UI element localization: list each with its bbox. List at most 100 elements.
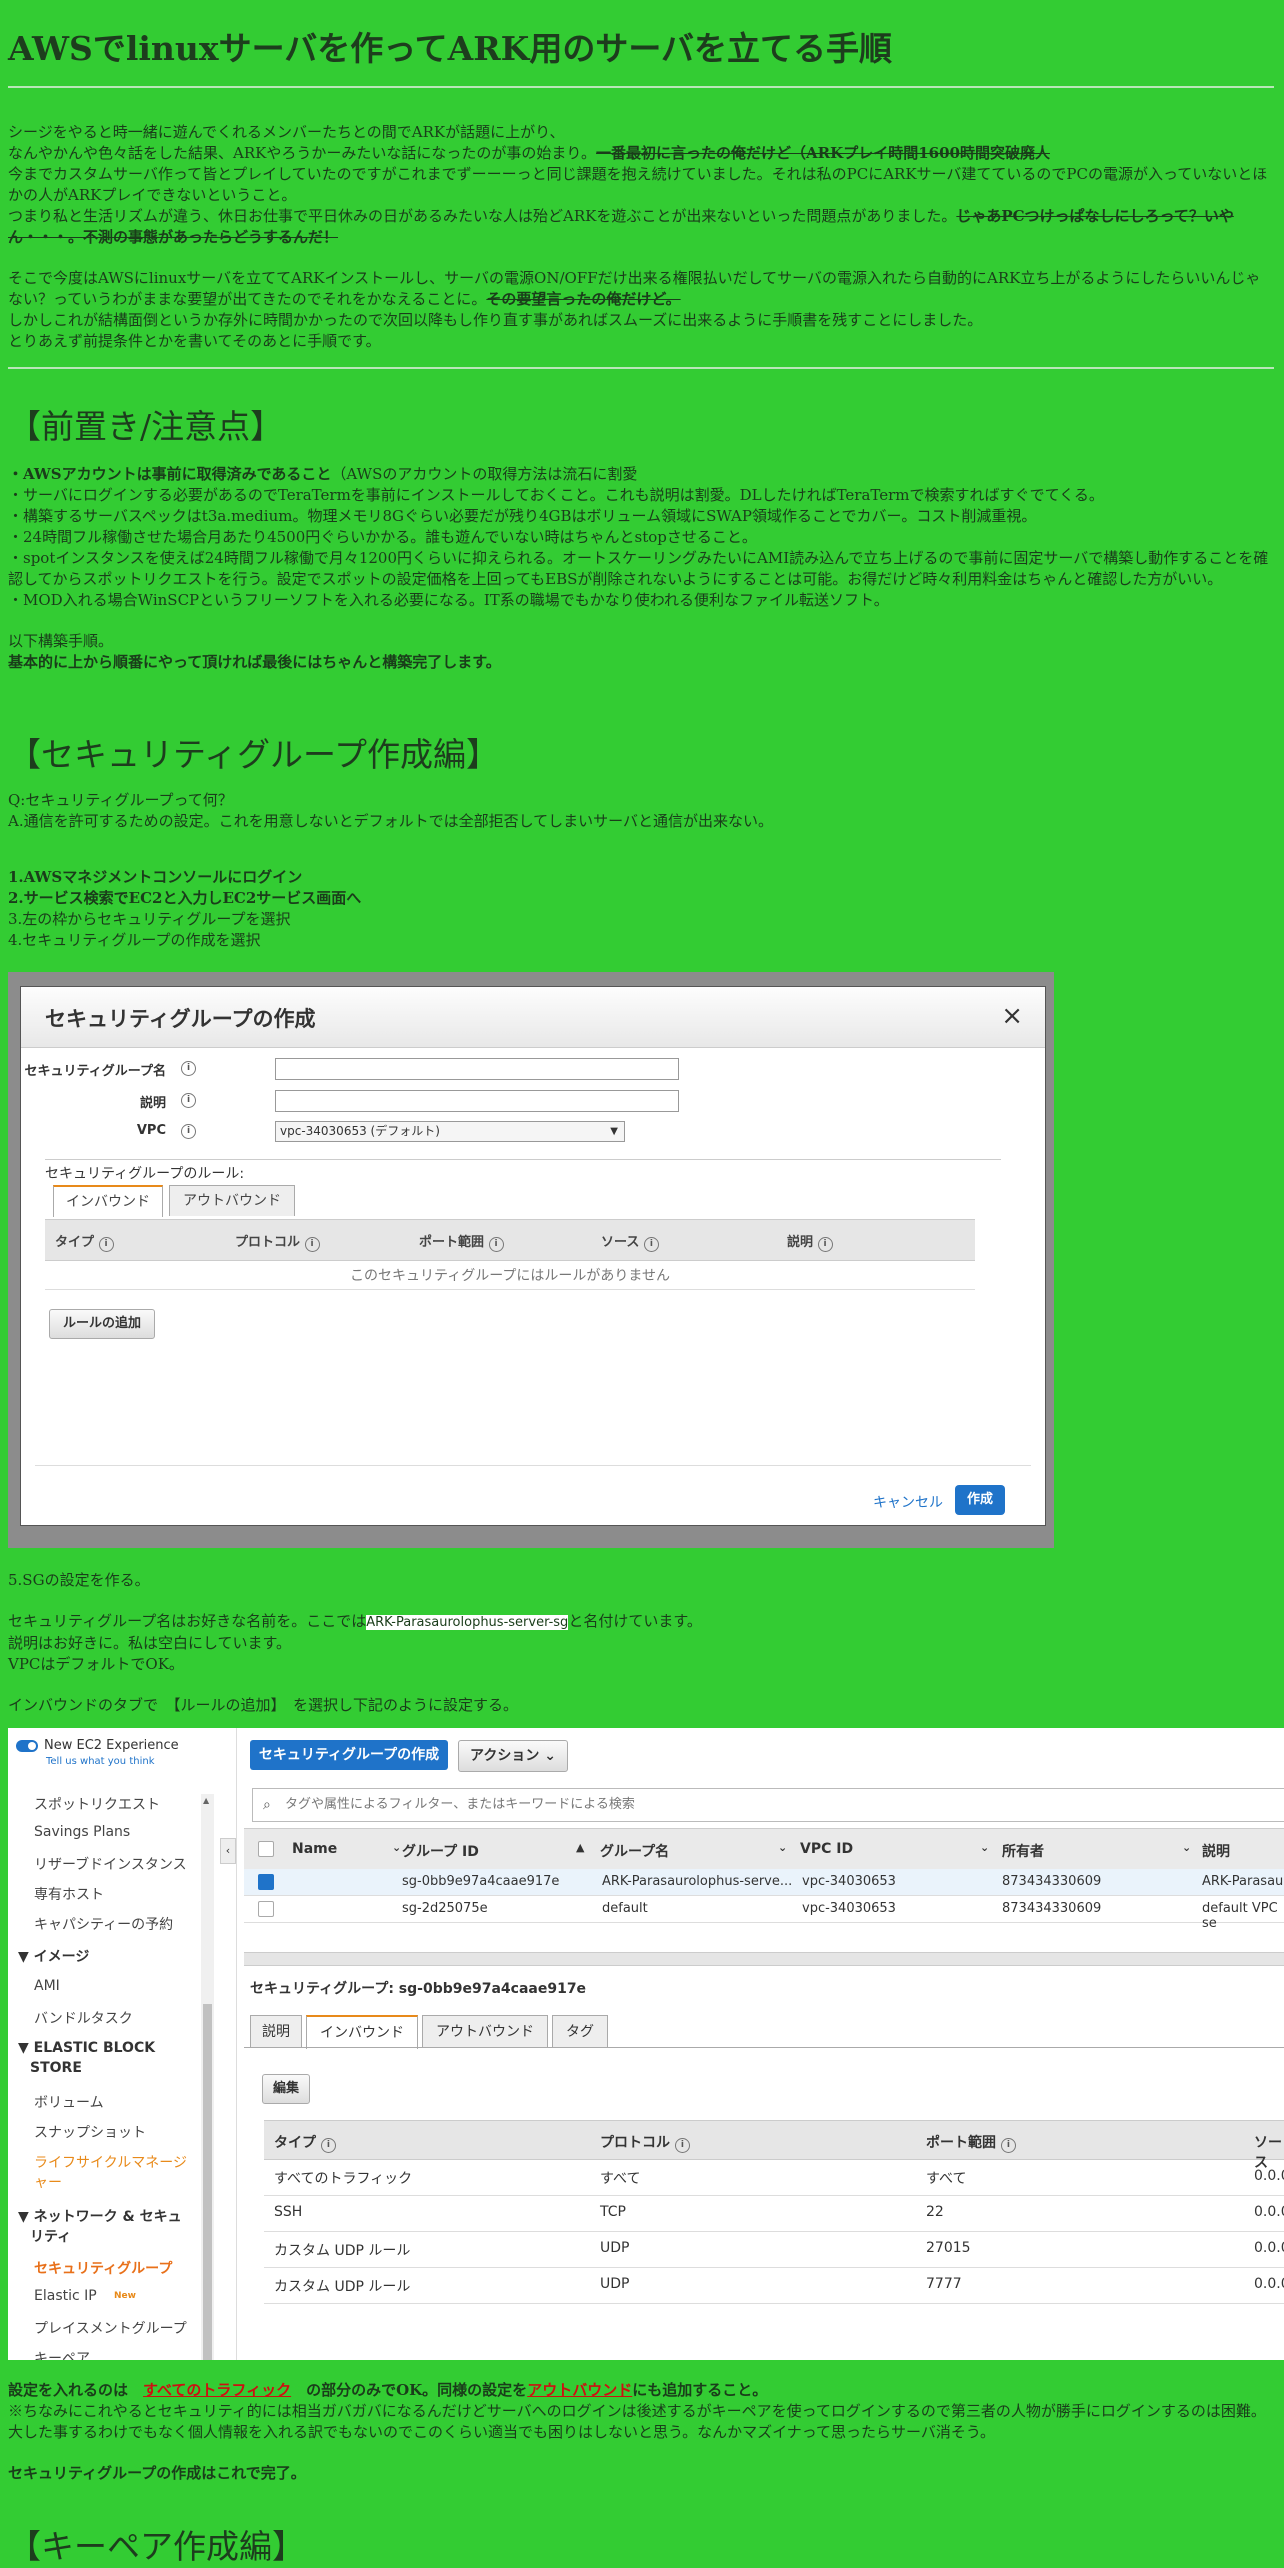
info-icon[interactable]: i	[674, 2138, 690, 2153]
rule-cell: 0.0.0.	[1254, 2204, 1284, 2220]
strike-text: 一番最初に言ったの俺だけど（ARKプレイ時間1600時間突破廃人	[596, 144, 1050, 162]
intro-line: そこで今度はAWSにlinuxサーバを立ててARKインストールし、サーバの電源O…	[8, 269, 1261, 308]
detail-title: セキュリティグループ: sg-0bb9e97a4caae917e	[250, 1981, 587, 1997]
row-checkbox[interactable]	[258, 1901, 274, 1917]
step: 4.セキュリティグループの作成を選択	[8, 931, 261, 949]
sidebar-item[interactable]: AMI	[34, 1978, 60, 1994]
rule-cell: SSH	[274, 2204, 303, 2220]
info-icon[interactable]: i	[181, 1124, 196, 1139]
tab-inbound[interactable]: インバウンド	[306, 2015, 418, 2049]
vpc-select[interactable]: vpc-34030653 (デフォルト) ▼	[275, 1121, 625, 1142]
sidebar-item[interactable]: ▼ ELASTIC BLOCK	[18, 2040, 155, 2056]
sidebar-item[interactable]: スナップショット	[34, 2122, 146, 2142]
sort-icon[interactable]: ⌄	[1182, 1841, 1191, 1854]
highlighted-name: ARK-Parasaurolophus-server-sg	[366, 1615, 569, 1630]
sidebar-item[interactable]: ボリューム	[34, 2092, 104, 2112]
select-all-checkbox[interactable]	[258, 1841, 274, 1857]
add-rule-button[interactable]: ルールの追加	[49, 1309, 155, 1339]
table-row[interactable]: sg-0bb9e97a4caae917e ARK-Parasaurolophus…	[244, 1869, 1284, 1896]
rule-cell: 7777	[926, 2276, 962, 2292]
filter-search[interactable]: ⌕ タグや属性によるフィルター、またはキーワードによる検索	[252, 1788, 1284, 1822]
create-sg-button[interactable]: セキュリティグループの作成	[250, 1740, 448, 1770]
sidebar-item[interactable]: ▼ ネットワーク & セキュ	[18, 2206, 182, 2226]
rule-row: SSH TCP 22 0.0.0.	[264, 2195, 1284, 2232]
new-exp-label: New EC2 Experience	[44, 1738, 179, 1753]
sidebar-item[interactable]: キーペア	[34, 2348, 90, 2360]
divider	[8, 86, 1274, 88]
tab-tags[interactable]: タグ	[552, 2015, 608, 2048]
sidebar-item[interactable]: セキュリティグループ	[34, 2258, 172, 2278]
sort-icon[interactable]: ⌄	[980, 1841, 989, 1854]
grid-header: Name ⌄ グループ ID ▲ グループ名 ⌄ VPC ID ⌄ 所有者 ⌄ …	[244, 1828, 1284, 1870]
page-title: AWSでlinuxサーバを作ってARK用のサーバを立てる手順	[8, 29, 892, 68]
info-icon[interactable]: i	[1000, 2138, 1016, 2153]
sidebar-item[interactable]: STORE	[30, 2060, 82, 2076]
desc-input[interactable]	[275, 1090, 679, 1112]
sidebar-item[interactable]: スポットリクエスト	[34, 1794, 160, 1814]
section-heading: 【セキュリティグループ作成編】	[8, 735, 500, 774]
rule-cell: UDP	[600, 2276, 630, 2292]
link-outbound[interactable]: アウトバウンド	[527, 2381, 632, 2399]
modal-screenshot: セキュリティグループの作成 × セキュリティグループ名 i 説明 i VPC i…	[8, 972, 1054, 1548]
sidebar-item[interactable]: リティ	[30, 2226, 71, 2246]
step5-block: 5.SGの設定を作る。 セキュリティグループ名はお好きな名前を。ここではARK-…	[8, 1571, 702, 1714]
toggle-switch[interactable]	[16, 1740, 38, 1752]
rule-cell: 27015	[926, 2240, 971, 2256]
sidebar-item[interactable]: ライフサイクルマネージ	[34, 2152, 187, 2172]
create-button[interactable]: 作成	[955, 1485, 1005, 1515]
splitter-handle[interactable]	[244, 1952, 1284, 1966]
sort-asc-icon[interactable]: ▲	[576, 1841, 584, 1854]
info-icon[interactable]: i	[320, 2138, 336, 2153]
info-icon[interactable]: i	[488, 1237, 504, 1252]
rule-cell: すべて	[600, 2171, 641, 2187]
info-icon[interactable]: i	[304, 1237, 320, 1252]
intro-line: しかしこれが結構面倒というか存外に時間かかったので次回以降もし作り直す事があれば…	[8, 311, 983, 329]
console-screenshot: New EC2 Experience Tell us what you thin…	[8, 1728, 1284, 2360]
cancel-button[interactable]: キャンセル	[873, 1492, 943, 1512]
rules-label: セキュリティグループのルール:	[45, 1166, 245, 1182]
info-icon[interactable]: i	[817, 1237, 833, 1252]
intro-line: つまり私と生活リズムが違う、休日お仕事で平日休みの日があるみたいな人は殆どARK…	[8, 207, 1234, 246]
scrollbar-thumb[interactable]	[203, 2004, 212, 2360]
sidebar-item[interactable]: プレイスメントグループ	[34, 2318, 187, 2338]
sidebar-item[interactable]: Elastic IP	[34, 2288, 97, 2304]
table-row[interactable]: sg-2d25075e default vpc-34030653 8734343…	[244, 1896, 1284, 1931]
feedback-link[interactable]: Tell us what you think	[46, 1756, 155, 1767]
caret-down-icon: ▼	[610, 1126, 618, 1137]
scroll-up-icon[interactable]: ▲	[203, 1796, 209, 1805]
footer-block: 設定を入れるのは すべてのトラフィック の部分のみでOK。同様の設定をアウトバウ…	[8, 2381, 1266, 2482]
tab-outbound[interactable]: アウトバウンド	[422, 2015, 548, 2048]
sidebar-item[interactable]: 専有ホスト	[34, 1884, 104, 1904]
rules-table-header: タイプ i プロトコル i ポート範囲 i ソース i 説明 i	[45, 1219, 975, 1261]
row-checkbox[interactable]	[258, 1874, 274, 1890]
info-icon[interactable]: i	[181, 1093, 196, 1108]
info-icon[interactable]: i	[98, 1237, 114, 1252]
sort-icon[interactable]: ⌄	[778, 1841, 787, 1854]
tab-inbound[interactable]: インバウンド	[53, 1185, 163, 1217]
info-icon[interactable]: i	[181, 1061, 196, 1076]
edit-button[interactable]: 編集	[262, 2074, 310, 2104]
intro-block: シージをやると時一緒に遊んでくれるメンバーたちとの間でARKが話題に上がり、 な…	[8, 122, 1270, 352]
sidebar-item[interactable]: キャパシティーの予約	[34, 1914, 173, 1934]
empty-rules: このセキュリティグループにはルールがありません	[350, 1268, 670, 1284]
sort-icon[interactable]: ⌄	[392, 1841, 401, 1854]
tab-description[interactable]: 説明	[250, 2015, 302, 2048]
sidebar-item[interactable]: リザーブドインスタンス	[34, 1854, 187, 1874]
tab-outbound[interactable]: アウトバウンド	[169, 1185, 295, 1216]
sidebar-item[interactable]: ャー	[34, 2172, 62, 2192]
close-icon[interactable]: ×	[1001, 1001, 1023, 1031]
vpc-label: VPC	[136, 1123, 166, 1138]
sidebar: New EC2 Experience Tell us what you thin…	[8, 1728, 237, 2360]
sg-steps: 1.AWSマネジメントコンソールにログイン 2.サービス検索でEC2と入力しEC…	[8, 867, 1270, 951]
rule-cell: カスタム UDP ルール	[274, 2279, 411, 2295]
desc-label: 説明	[139, 1096, 166, 1111]
sidebar-item[interactable]: バンドルタスク	[34, 2008, 133, 2028]
sidebar-item[interactable]: ▼ イメージ	[18, 1946, 89, 1966]
actions-dropdown[interactable]: アクション ⌄	[458, 1740, 568, 1772]
collapse-sidebar-icon[interactable]: ‹	[220, 1838, 236, 1864]
link-all-traffic[interactable]: すべてのトラフィック	[143, 2381, 291, 2399]
info-icon[interactable]: i	[643, 1237, 659, 1252]
sg-name-input[interactable]	[275, 1058, 679, 1080]
sidebar-item[interactable]: Savings Plans	[34, 1824, 130, 1840]
new-badge: New	[114, 2291, 136, 2301]
